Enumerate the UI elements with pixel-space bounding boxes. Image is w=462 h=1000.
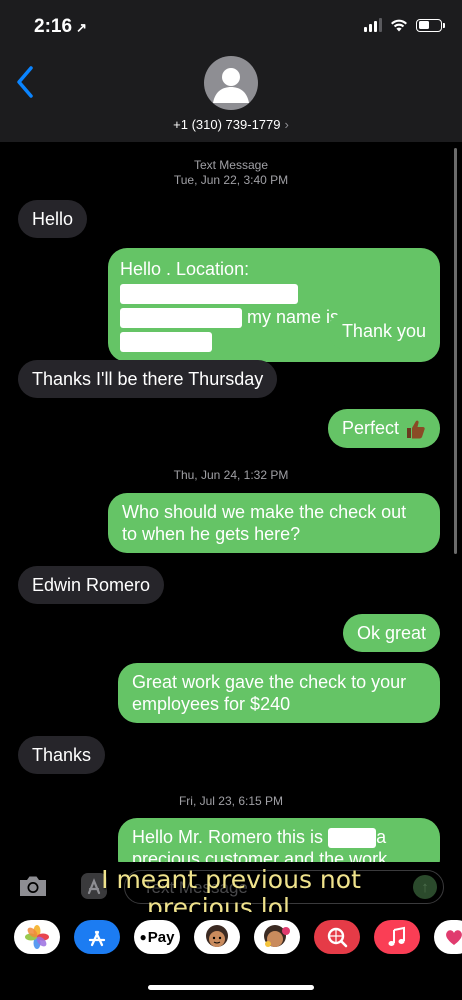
- imessage-app-drawer: ● Pay: [0, 912, 462, 964]
- cellular-signal-icon: [364, 18, 382, 32]
- location-arrow-icon: ↗: [76, 20, 87, 35]
- battery-icon: [416, 18, 445, 32]
- message-outgoing[interactable]: Who should we make the check out to when…: [108, 493, 440, 553]
- music-note-icon: [388, 926, 405, 946]
- message-incoming[interactable]: Edwin Romero: [18, 566, 165, 604]
- timestamp: Fri, Jul 23, 6:15 PM: [178, 794, 284, 808]
- app-store-a-icon: [88, 930, 106, 947]
- search-images-icon[interactable]: [314, 920, 360, 954]
- contact-name[interactable]: +1 (310) 739-1779 ›: [0, 117, 462, 132]
- apple-pay-icon[interactable]: ● Pay: [134, 920, 180, 954]
- memoji-icon[interactable]: [194, 920, 240, 954]
- memoji-face-icon: [206, 925, 228, 947]
- contact-number: +1 (310) 739-1779: [173, 117, 281, 132]
- wifi-icon: [391, 19, 407, 32]
- magnifier-globe-icon: [327, 927, 348, 948]
- photos-pinwheel-icon: [25, 925, 49, 949]
- home-indicator[interactable]: [148, 985, 314, 990]
- message-outgoing[interactable]: Hello Mr. Romero this is a precious cust…: [118, 818, 440, 862]
- message-incoming[interactable]: Hello: [18, 200, 88, 238]
- conversation-header: 2:16 ↗ +1 (310) 739-1779 ›: [0, 0, 462, 142]
- memoji-stickers-icon[interactable]: [254, 920, 300, 954]
- message-thread[interactable]: Text Message Tue, Jun 22, 3:40 PM Hello …: [0, 142, 462, 862]
- timestamp: Text Message Tue, Jun 22, 3:40 PM: [173, 158, 289, 187]
- contact-avatar[interactable]: [204, 56, 258, 110]
- message-outgoing[interactable]: Perfect: [327, 409, 440, 449]
- redaction-mark: [120, 332, 212, 353]
- heart-icon[interactable]: [434, 920, 462, 954]
- redaction-mark: [120, 284, 298, 305]
- message-outgoing[interactable]: Thank you: [327, 312, 440, 350]
- thumbs-up-emoji-icon: [407, 420, 425, 439]
- message-outgoing[interactable]: Great work gave the check to your employ…: [118, 663, 440, 723]
- caption-line-1: I meant previous not: [101, 865, 361, 894]
- music-icon[interactable]: [374, 920, 420, 954]
- status-indicators: [364, 18, 445, 32]
- redaction-mark: [120, 308, 242, 329]
- scrollbar[interactable]: [454, 148, 457, 554]
- memoji-stickers-face-icon: [264, 925, 290, 947]
- chevron-right-icon: ›: [284, 117, 289, 132]
- message-incoming[interactable]: Thanks: [18, 736, 106, 774]
- timestamp: Thu, Jun 24, 1:32 PM: [173, 468, 289, 482]
- message-outgoing[interactable]: Ok great: [342, 614, 440, 652]
- battery-level: [418, 21, 429, 29]
- photos-icon[interactable]: [14, 920, 60, 954]
- apple-pay-label: Pay: [147, 928, 175, 946]
- app-store-icon[interactable]: [74, 920, 120, 954]
- apple-icon: ●: [139, 930, 147, 944]
- back-chevron-icon[interactable]: [14, 64, 36, 100]
- status-time: 2:16 ↗: [34, 16, 87, 37]
- redaction-mark: [328, 828, 377, 849]
- person-silhouette-icon: [213, 68, 249, 103]
- message-incoming[interactable]: Thanks I'll be there Thursday: [18, 360, 278, 398]
- heart-shape-icon: [446, 930, 462, 945]
